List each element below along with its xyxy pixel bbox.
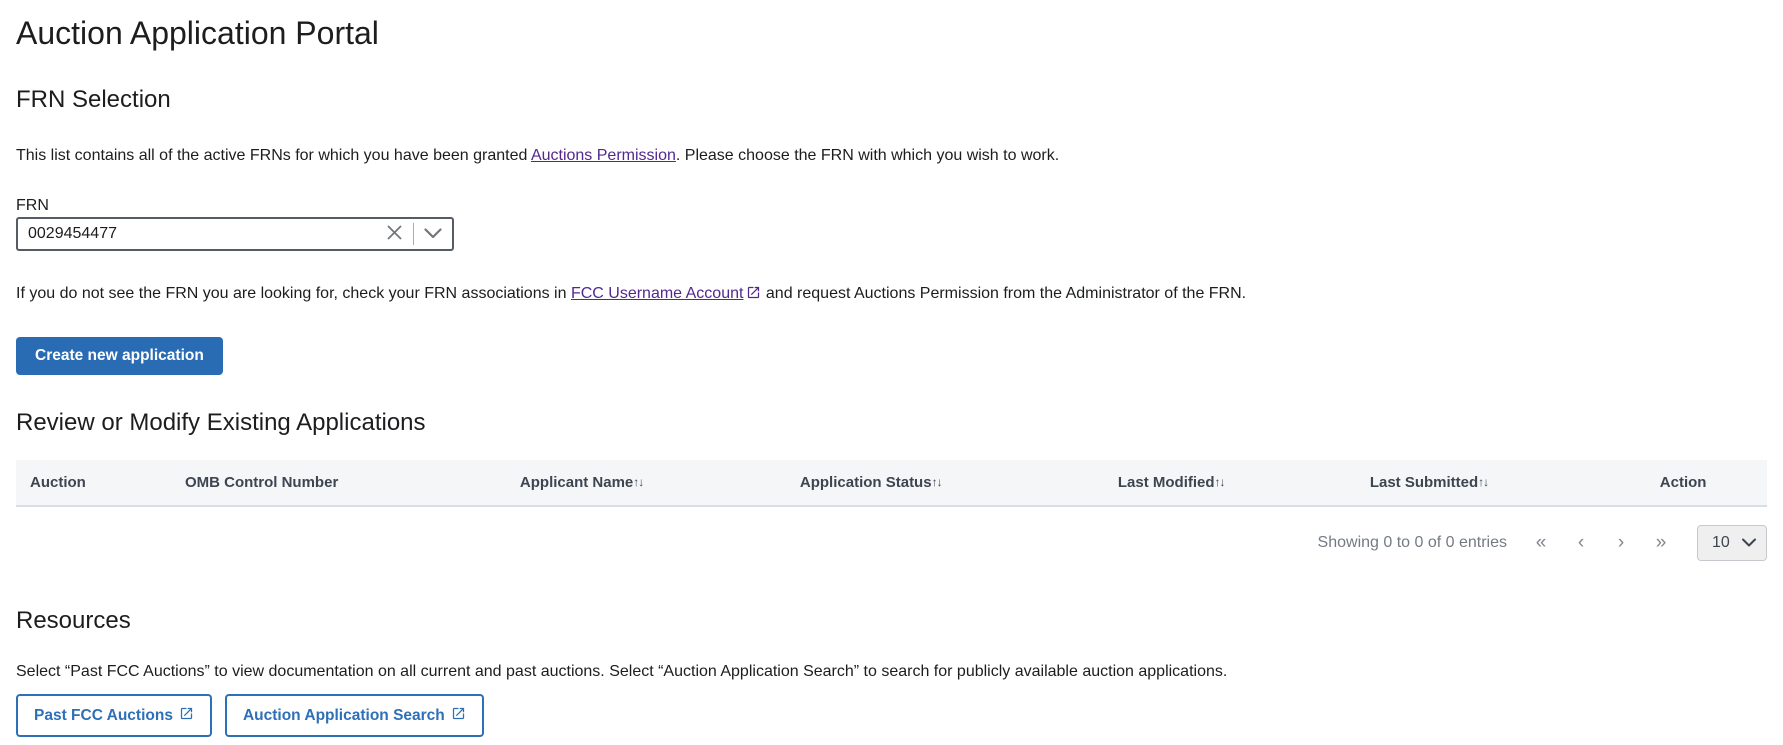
external-link-icon (746, 285, 761, 307)
pagination-next-button[interactable]: › (1601, 525, 1641, 561)
frn-help-text: If you do not see the FRN you are lookin… (16, 283, 1767, 307)
review-applications-heading: Review or Modify Existing Applications (16, 409, 1767, 438)
pagination-last-button[interactable]: » (1641, 525, 1681, 561)
column-header-action: Action (1646, 460, 1767, 506)
frn-help-pre: If you do not see the FRN you are lookin… (16, 285, 571, 302)
column-label: Auction (30, 474, 86, 491)
pagination-summary: Showing 0 to 0 of 0 entries (1318, 534, 1507, 552)
past-fcc-auctions-button[interactable]: Past FCC Auctions (16, 694, 212, 737)
frn-help-post: and request Auctions Permission from the… (761, 285, 1246, 302)
sort-arrows-icon: ↑↓ (633, 475, 643, 489)
page-size-value: 10 (1712, 534, 1730, 552)
frn-combobox (16, 217, 454, 251)
frn-selection-heading: FRN Selection (16, 86, 1767, 115)
main-content: Auction Application Portal FRN Selection… (0, 0, 1783, 745)
applications-table: Auction OMB Control Number Applicant Nam… (16, 460, 1767, 507)
close-icon (386, 224, 403, 244)
fcc-username-account-link-label: FCC Username Account (571, 285, 744, 302)
column-header-application-status[interactable]: Application Status↑↓ (786, 460, 1104, 506)
frn-intro-post: . Please choose the FRN with which you w… (676, 147, 1059, 164)
column-header-last-submitted[interactable]: Last Submitted↑↓ (1356, 460, 1646, 506)
pagination-prev-button[interactable]: ‹ (1561, 525, 1601, 561)
frn-intro-pre: This list contains all of the active FRN… (16, 147, 531, 164)
frn-dropdown-toggle[interactable] (414, 219, 452, 249)
column-header-auction: Auction (16, 460, 171, 506)
frn-input[interactable] (18, 219, 375, 249)
resources-heading: Resources (16, 607, 1767, 636)
resources-description: Select “Past FCC Auctions” to view docum… (16, 661, 1767, 683)
column-header-applicant-name[interactable]: Applicant Name↑↓ (506, 460, 786, 506)
create-new-application-button[interactable]: Create new application (16, 337, 223, 375)
column-label: Action (1660, 474, 1707, 491)
frn-intro-text: This list contains all of the active FRN… (16, 145, 1767, 167)
pagination-first-button[interactable]: « (1521, 525, 1561, 561)
column-label: Last Submitted (1370, 474, 1478, 491)
fcc-username-account-link[interactable]: FCC Username Account (571, 285, 762, 302)
column-label: Applicant Name (520, 474, 633, 491)
sort-arrows-icon: ↑↓ (932, 475, 942, 489)
frn-field-label: FRN (16, 197, 1767, 215)
past-fcc-auctions-button-label: Past FCC Auctions (34, 707, 173, 724)
external-link-icon (451, 706, 466, 725)
chevron-down-icon (1742, 534, 1756, 552)
chevron-down-icon (424, 227, 442, 242)
column-label: OMB Control Number (185, 474, 338, 491)
auction-application-search-button-label: Auction Application Search (243, 707, 445, 724)
pagination-bar: Showing 0 to 0 of 0 entries « ‹ › » 10 (16, 525, 1767, 561)
frn-clear-button[interactable] (375, 219, 413, 249)
auctions-permission-link[interactable]: Auctions Permission (531, 147, 676, 164)
table-header-row: Auction OMB Control Number Applicant Nam… (16, 460, 1767, 506)
sort-arrows-icon: ↑↓ (1215, 475, 1225, 489)
external-link-icon (179, 706, 194, 725)
page-title: Auction Application Portal (16, 14, 1767, 52)
resource-buttons-row: Past FCC Auctions Auction Application Se… (16, 694, 1767, 737)
sort-arrows-icon: ↑↓ (1478, 475, 1488, 489)
column-header-omb-control-number: OMB Control Number (171, 460, 506, 506)
column-label: Application Status (800, 474, 932, 491)
auction-application-search-button[interactable]: Auction Application Search (225, 694, 484, 737)
page-size-select[interactable]: 10 (1697, 525, 1767, 561)
column-label: Last Modified (1118, 474, 1215, 491)
column-header-last-modified[interactable]: Last Modified↑↓ (1104, 460, 1356, 506)
